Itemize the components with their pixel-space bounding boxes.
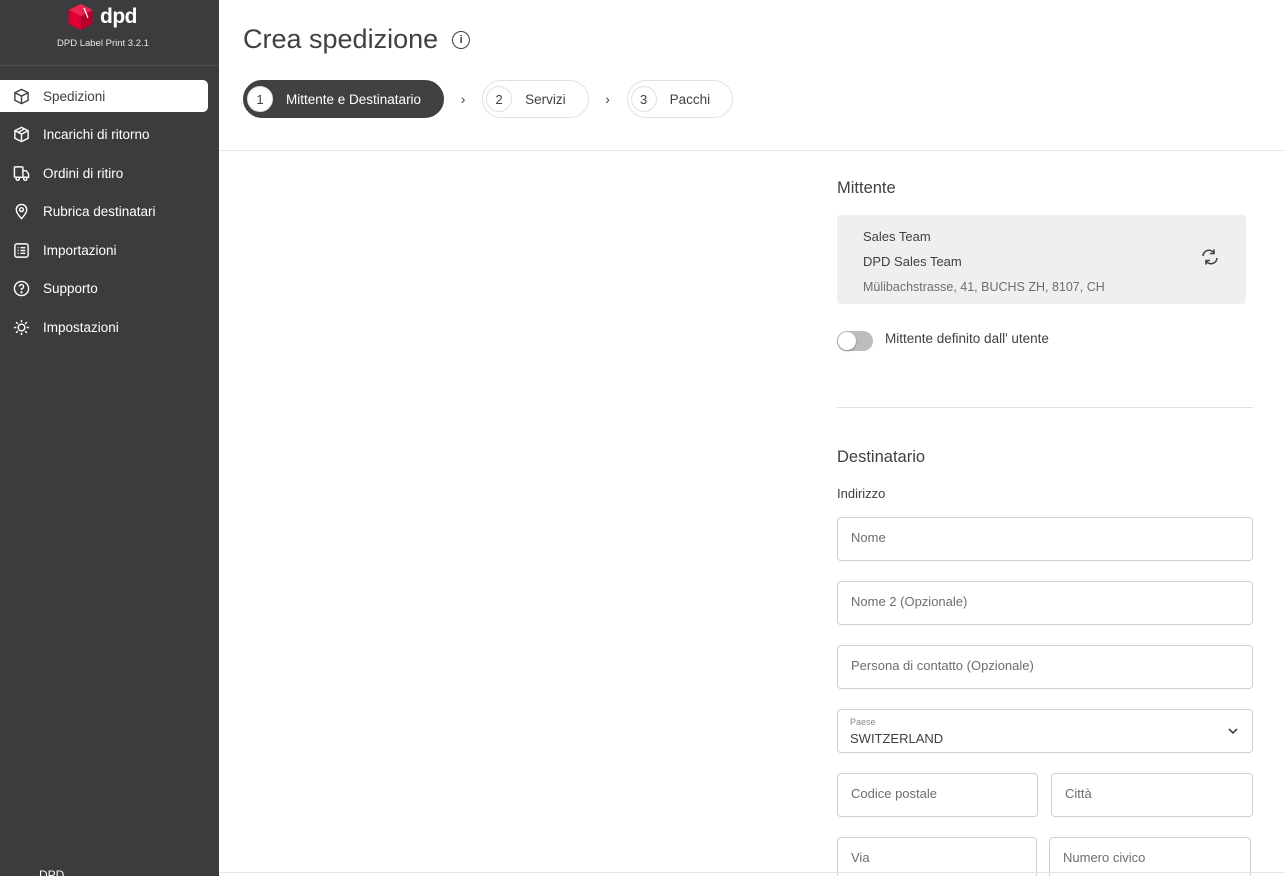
country-select[interactable]: Paese SWITZERLAND bbox=[837, 709, 1253, 753]
sidebar-item-ordini-di-ritiro[interactable]: Ordini di ritiro bbox=[0, 157, 208, 189]
field-placeholder: Città bbox=[1065, 786, 1092, 801]
recipient-name2-field[interactable]: Nome 2 (Opzionale) bbox=[837, 581, 1253, 625]
logo-text: dpd bbox=[100, 5, 137, 28]
sender-section-title: Mittente bbox=[837, 179, 896, 197]
custom-sender-toggle-row: Mittente definito dall' utente bbox=[837, 325, 1049, 351]
step-label: Servizi bbox=[525, 91, 566, 107]
step-servizi[interactable]: 2 Servizi bbox=[482, 80, 589, 118]
house-number-field[interactable]: Numero civico bbox=[1049, 837, 1251, 876]
city-field[interactable]: Città bbox=[1051, 773, 1253, 817]
main-content: Crea spedizione i 1 Mittente e Destinata… bbox=[219, 0, 1285, 876]
sidebar-item-label: Ordini di ritiro bbox=[43, 165, 124, 181]
gear-icon bbox=[12, 318, 30, 336]
chevron-down-icon bbox=[1228, 728, 1238, 735]
box-return-icon bbox=[12, 126, 30, 144]
sidebar-item-label: Importazioni bbox=[43, 242, 117, 258]
step-label: Pacchi bbox=[669, 91, 711, 107]
step-label: Mittente e Destinatario bbox=[286, 91, 422, 107]
recipient-name-field[interactable]: Nome bbox=[837, 517, 1253, 561]
step-mittente-destinatario[interactable]: 1 Mittente e Destinatario bbox=[243, 80, 445, 118]
sidebar-footer: DPD bbox=[39, 868, 65, 876]
list-icon bbox=[12, 241, 30, 259]
app-version: DPD Label Print 3.2.1 bbox=[57, 38, 149, 49]
sidebar-item-label: Supporto bbox=[43, 281, 98, 296]
country-label: Paese bbox=[850, 717, 876, 727]
custom-sender-toggle[interactable] bbox=[837, 331, 873, 351]
sidebar-item-importazioni[interactable]: Importazioni bbox=[0, 234, 208, 266]
sidebar-item-label: Impostazioni bbox=[43, 319, 119, 335]
sender-address: Mülibachstrasse, 41, BUCHS ZH, 8107, CH bbox=[863, 280, 1105, 294]
address-subtitle: Indirizzo bbox=[837, 486, 886, 501]
sidebar-item-incarichi-di-ritorno[interactable]: Incarichi di ritorno bbox=[0, 119, 208, 151]
page-title: Crea spedizione i bbox=[243, 24, 471, 55]
chevron-right-icon: › bbox=[460, 91, 466, 107]
help-icon bbox=[12, 280, 30, 298]
sidebar-item-rubrica-destinatari[interactable]: Rubrica destinatari bbox=[0, 196, 208, 228]
field-placeholder: Nome bbox=[851, 530, 886, 545]
location-pin-icon bbox=[12, 203, 30, 221]
contact-person-field[interactable]: Persona di contatto (Opzionale) bbox=[837, 645, 1253, 689]
sidebar-item-supporto[interactable]: Supporto bbox=[0, 273, 208, 305]
box-icon bbox=[12, 87, 30, 105]
sidebar-item-label: Incarichi di ritorno bbox=[43, 127, 150, 142]
sender-name: Sales Team bbox=[863, 229, 931, 244]
chevron-right-icon: › bbox=[605, 91, 610, 107]
sidebar-item-label: Rubrica destinatari bbox=[43, 204, 156, 219]
sidebar: dpd DPD Label Print 3.2.1 Spedizioni Inc… bbox=[0, 0, 219, 876]
stepper: 1 Mittente e Destinatario › 2 Servizi › … bbox=[243, 80, 734, 118]
country-value: SWITZERLAND bbox=[850, 731, 944, 746]
sidebar-item-label: Spedizioni bbox=[43, 88, 106, 104]
custom-sender-toggle-label: Mittente definito dall' utente bbox=[885, 330, 1049, 346]
field-placeholder: Codice postale bbox=[851, 786, 937, 801]
step-pacchi[interactable]: 3 Pacchi bbox=[626, 80, 734, 118]
step-number: 1 bbox=[247, 86, 273, 112]
street-field[interactable]: Via bbox=[837, 837, 1037, 876]
step-number: 2 bbox=[486, 86, 513, 112]
info-icon[interactable]: i bbox=[452, 30, 471, 49]
field-placeholder: Persona di contatto (Opzionale) bbox=[851, 658, 1034, 673]
section-divider bbox=[837, 407, 1253, 408]
field-placeholder: Nome 2 (Opzionale) bbox=[851, 594, 968, 609]
footer-divider bbox=[219, 872, 1285, 873]
field-placeholder: Numero civico bbox=[1063, 850, 1146, 865]
recipient-section-title: Destinatario bbox=[837, 448, 926, 466]
sender-card: Sales Team DPD Sales Team Mülibachstrass… bbox=[837, 215, 1246, 304]
sidebar-item-impostazioni[interactable]: Impostazioni bbox=[0, 311, 208, 343]
sidebar-item-spedizioni[interactable]: Spedizioni bbox=[0, 80, 208, 112]
field-placeholder: Via bbox=[851, 850, 870, 865]
sender-company: DPD Sales Team bbox=[863, 254, 962, 269]
header-divider bbox=[219, 150, 1285, 151]
postal-code-field[interactable]: Codice postale bbox=[837, 773, 1038, 817]
page-title-text: Crea spedizione bbox=[243, 24, 439, 54]
dpd-cube-icon bbox=[69, 4, 93, 30]
swap-icon[interactable] bbox=[1199, 247, 1221, 267]
brand-header: dpd DPD Label Print 3.2.1 bbox=[0, 0, 219, 66]
step-number: 3 bbox=[630, 86, 657, 112]
dpd-logo[interactable]: dpd bbox=[68, 3, 137, 31]
sidebar-nav: Spedizioni Incarichi di ritorno Ordini d… bbox=[0, 80, 219, 350]
truck-icon bbox=[12, 164, 30, 182]
